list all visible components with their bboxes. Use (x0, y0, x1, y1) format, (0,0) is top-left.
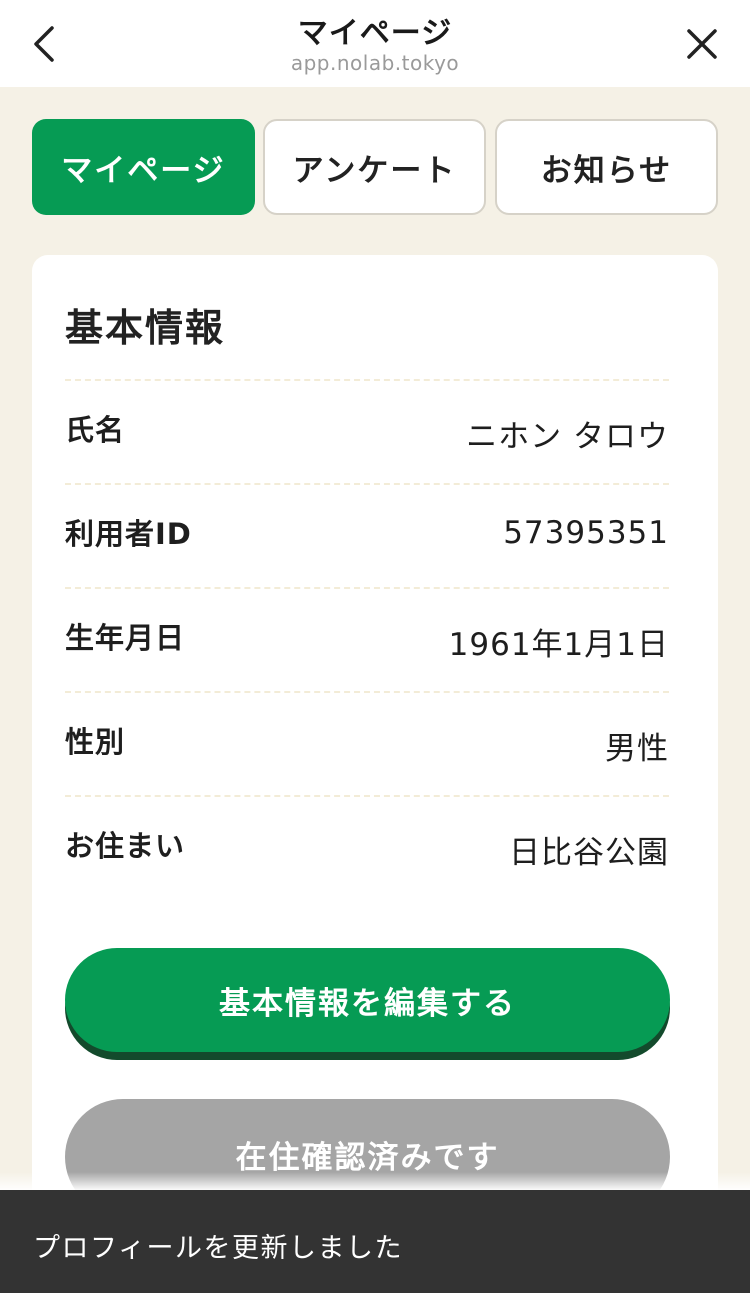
profile-card: 基本情報 氏名 ニホン タロウ 利用者ID 57395351 生年月日 1961… (32, 255, 718, 1255)
row-label: 利用者ID (65, 517, 192, 551)
tab-bar: マイページ アンケート お知らせ (32, 119, 718, 215)
section-title: 基本情報 (65, 306, 226, 350)
toast-notification: プロフィールを更新しました (0, 1190, 750, 1293)
info-row-residence: お住まい 日比谷公園 (65, 795, 669, 899)
row-label: 生年月日 (65, 621, 186, 655)
close-icon (687, 29, 717, 59)
info-row-user-id: 利用者ID 57395351 (65, 483, 669, 587)
row-value: 57395351 (503, 515, 669, 551)
row-value: 日比谷公園 (509, 835, 669, 871)
top-bar: マイページ app.nolab.tokyo (0, 0, 750, 87)
row-label: お住まい (65, 829, 186, 863)
info-row-gender: 性別 男性 (65, 691, 669, 795)
row-label: 氏名 (65, 413, 126, 447)
row-value: 男性 (605, 731, 669, 767)
page-url: app.nolab.tokyo (290, 51, 460, 75)
row-label: 性別 (65, 725, 126, 759)
edit-profile-button[interactable]: 基本情報を編集する (65, 948, 670, 1052)
tab-mypage[interactable]: マイページ (32, 119, 255, 215)
info-row-birthdate: 生年月日 1961年1月1日 (65, 587, 669, 691)
scroll-fade (0, 1172, 750, 1190)
toast-message: プロフィールを更新しました (33, 1233, 403, 1264)
page-title: マイページ (297, 16, 453, 51)
row-value: 1961年1月1日 (448, 627, 669, 663)
row-value: ニホン タロウ (466, 419, 669, 455)
tab-notices[interactable]: お知らせ (495, 119, 718, 215)
close-button[interactable] (680, 22, 724, 66)
tab-survey[interactable]: アンケート (263, 119, 486, 215)
info-row-name: 氏名 ニホン タロウ (65, 379, 669, 483)
